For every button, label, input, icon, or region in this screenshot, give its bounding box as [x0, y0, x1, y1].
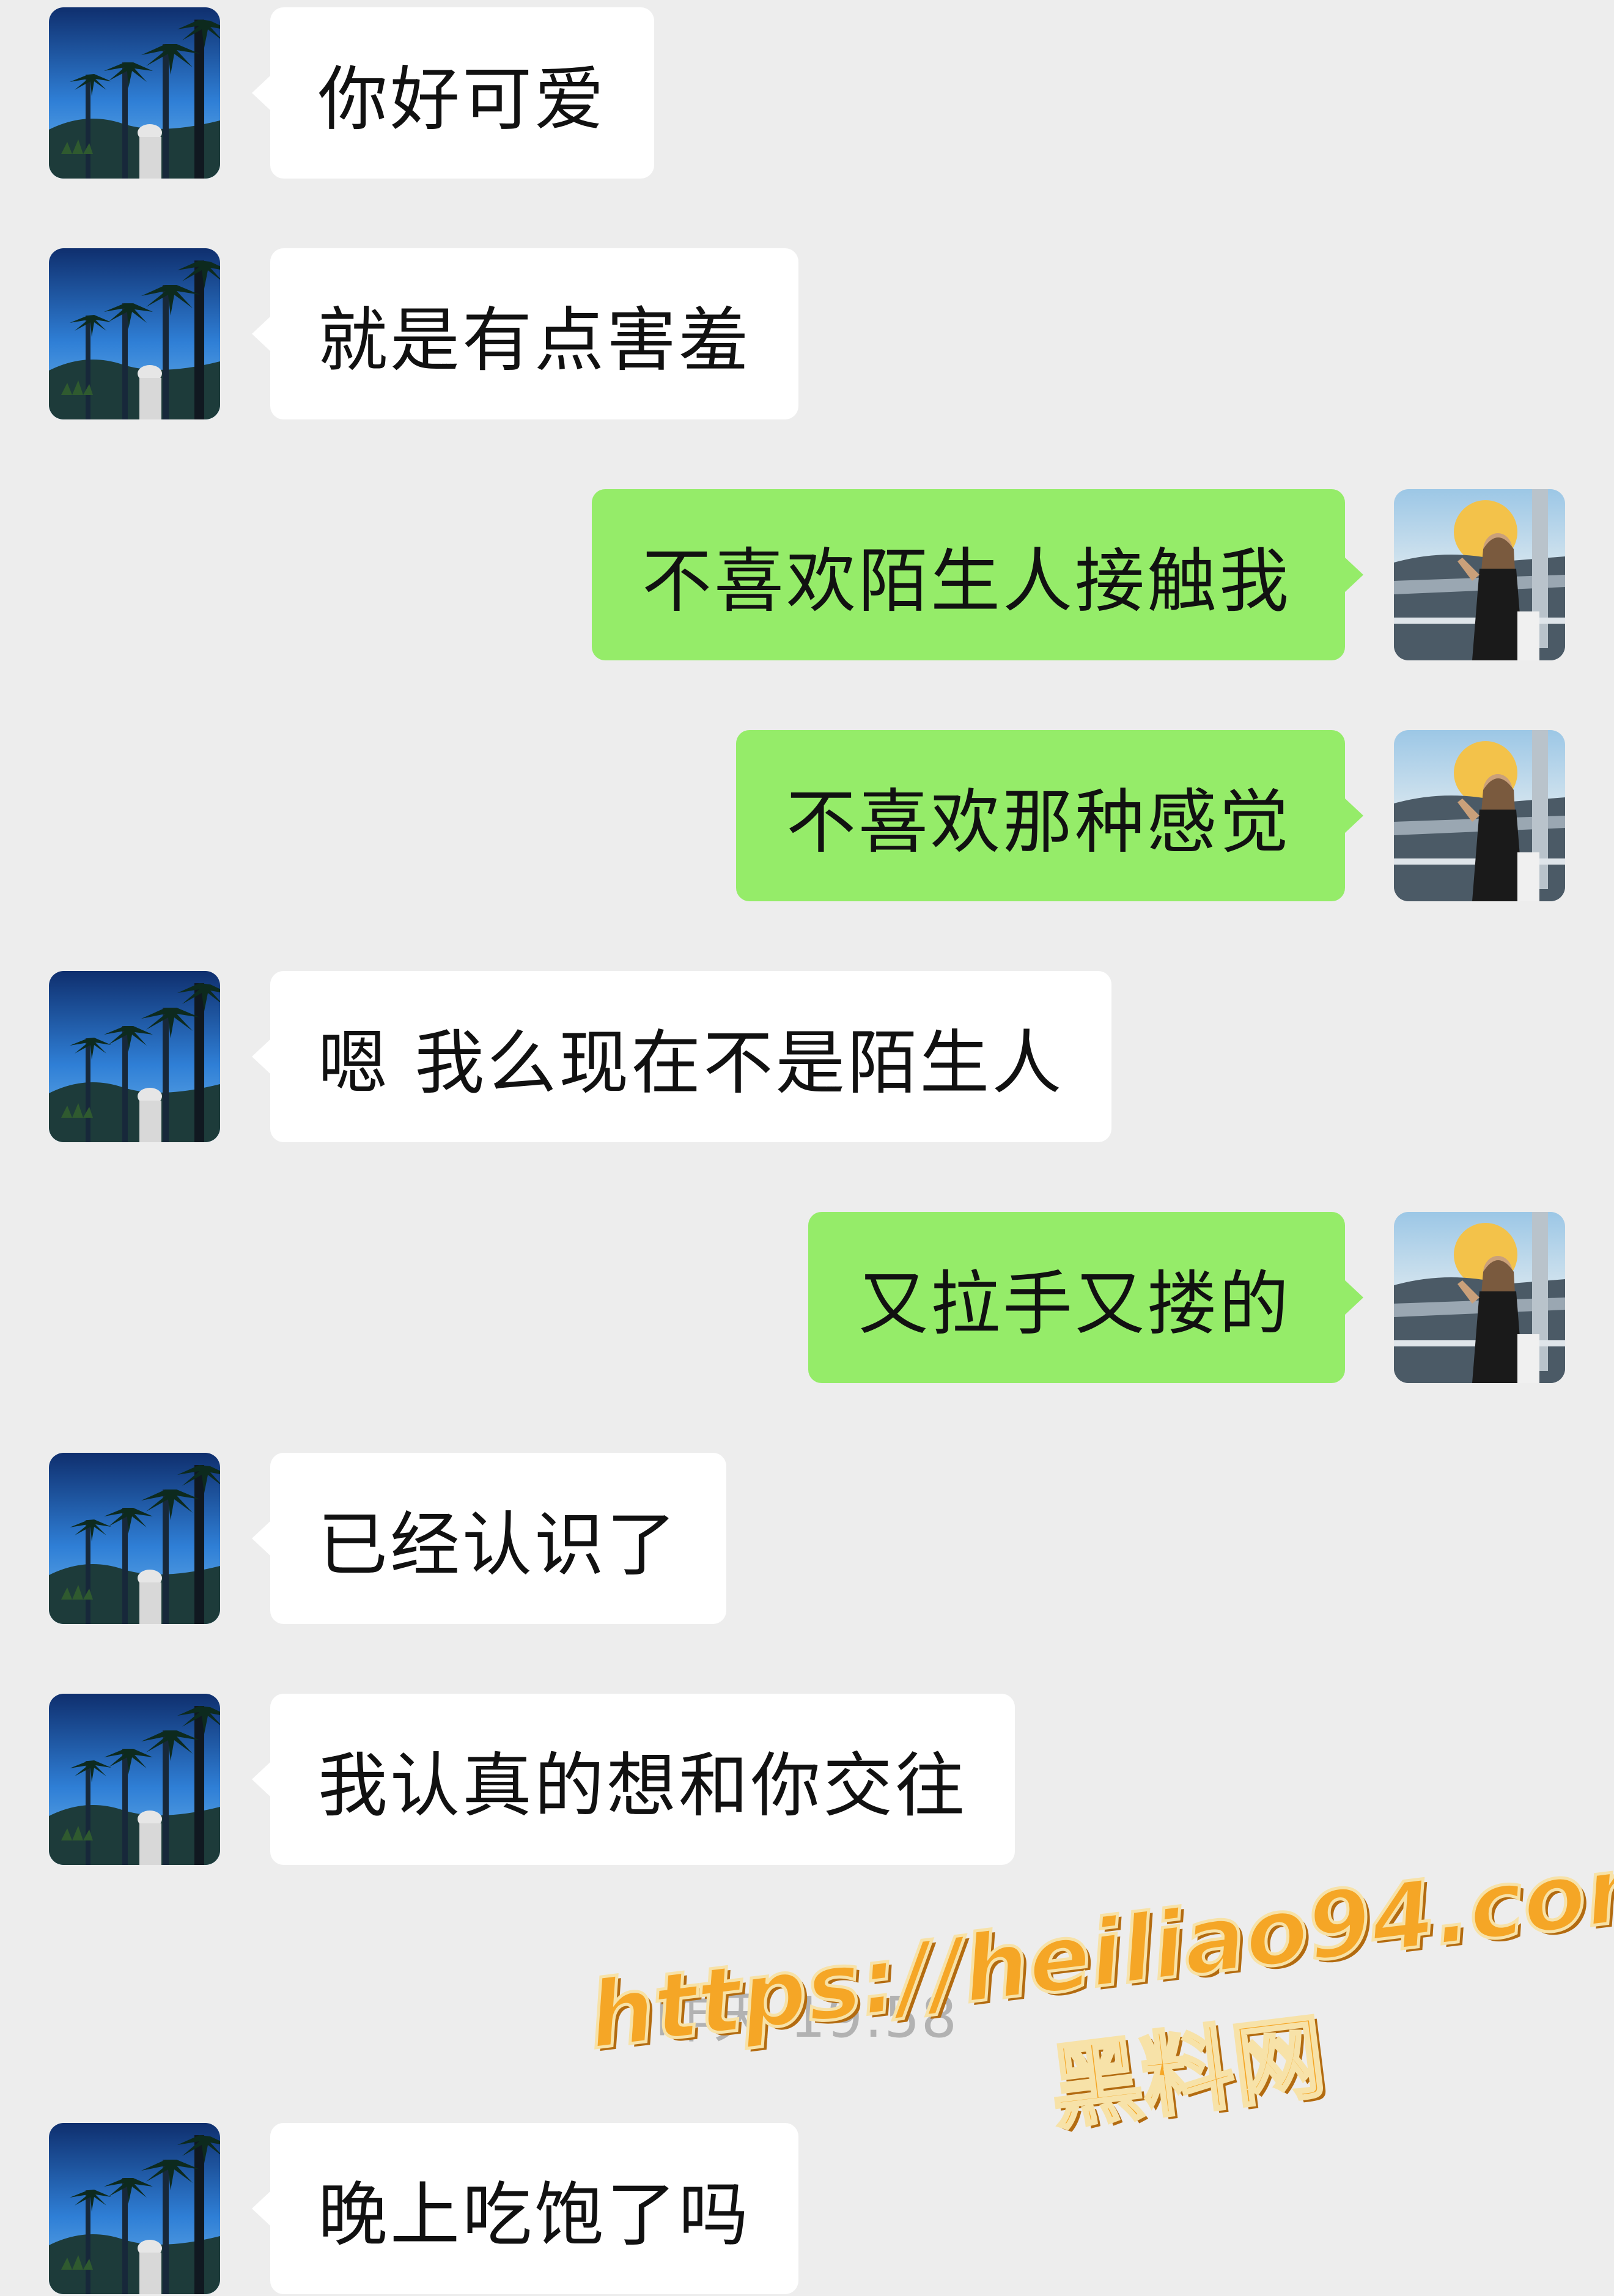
chat-area[interactable]: 你好可爱 就是有点害羞 不喜欢陌生人接触我 不喜欢那种感觉 嗯 我么现在不是陌生…	[0, 0, 1614, 2294]
message-text: 我认真的想和你交往	[318, 1744, 968, 1826]
woman-sunset-avatar-icon	[1394, 1212, 1565, 1383]
sent-message-bubble[interactable]: 不喜欢那种感觉	[735, 730, 1364, 901]
my-avatar[interactable]	[1394, 730, 1565, 901]
message-text: 又拉手又搂的	[858, 1263, 1291, 1345]
my-avatar[interactable]	[1394, 489, 1565, 660]
my-avatar[interactable]	[1394, 1212, 1565, 1383]
received-message-bubble[interactable]: 嗯 我么现在不是陌生人	[251, 971, 1112, 1142]
message-text: 不喜欢陌生人接触我	[641, 540, 1291, 622]
palm-trees-avatar-icon	[49, 1694, 220, 1865]
received-message-bubble[interactable]: 已经认识了	[251, 1453, 727, 1624]
message-text: 就是有点害羞	[318, 299, 751, 381]
contact-avatar[interactable]	[49, 1453, 220, 1624]
received-message-bubble[interactable]: 就是有点害羞	[251, 248, 799, 419]
palm-trees-avatar-icon	[49, 7, 220, 179]
message-text: 已经认识了	[318, 1504, 679, 1585]
message-text: 嗯 我么现在不是陌生人	[318, 1022, 1064, 1104]
sent-message-bubble[interactable]: 又拉手又搂的	[808, 1212, 1364, 1383]
contact-avatar[interactable]	[49, 2123, 220, 2294]
received-message-bubble[interactable]: 你好可爱	[251, 7, 655, 179]
palm-trees-avatar-icon	[49, 1453, 220, 1624]
palm-trees-avatar-icon	[49, 2123, 220, 2294]
received-message-bubble[interactable]: 我认真的想和你交往	[251, 1694, 1015, 1865]
palm-trees-avatar-icon	[49, 248, 220, 419]
contact-avatar[interactable]	[49, 1694, 220, 1865]
contact-avatar[interactable]	[49, 248, 220, 419]
watermark: https://heiliao94.com 黑料网	[581, 1829, 1614, 2296]
message-text: 不喜欢那种感觉	[786, 781, 1291, 863]
woman-sunset-avatar-icon	[1394, 489, 1565, 660]
message-text: 你好可爱	[318, 58, 607, 140]
sent-message-bubble[interactable]: 不喜欢陌生人接触我	[591, 489, 1364, 660]
palm-trees-avatar-icon	[49, 971, 220, 1142]
woman-sunset-avatar-icon	[1394, 730, 1565, 901]
contact-avatar[interactable]	[49, 971, 220, 1142]
contact-avatar[interactable]	[49, 7, 220, 179]
